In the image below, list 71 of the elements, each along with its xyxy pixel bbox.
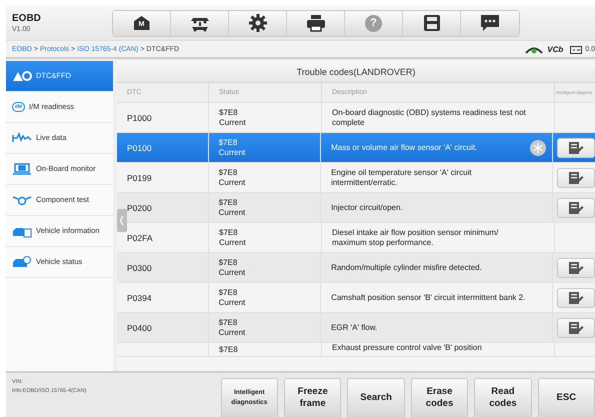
graph-line-icon: [12, 132, 32, 144]
table-row[interactable]: P0199 $7E8 Current Engine oil temperature sensor 'A' circuit intermittent/erratic.: [117, 163, 595, 193]
dtc-code: P0100: [127, 142, 152, 152]
status-id: $7E8: [219, 228, 238, 238]
status-text: Current: [218, 268, 246, 278]
status-id: $7E8: [218, 168, 238, 178]
table-row[interactable]: P1000 $7E8 Current On-board diagnostic (OBD) systems readiness test not complete: [117, 103, 595, 133]
dtc-code: P0300: [127, 262, 152, 272]
document-wrench-icon: [568, 170, 584, 184]
table-row[interactable]: P0400 $7E8 Current EGR 'A' flow.: [117, 313, 595, 343]
status-text: Current: [218, 208, 246, 218]
document-wrench-icon: [568, 290, 584, 304]
description-text: On-board diagnostic (OBD) systems readiness test not complete: [332, 108, 527, 128]
status-id: $7E8: [218, 198, 238, 208]
dtc-code: P0200: [127, 202, 152, 212]
dtc-code: P0400: [127, 322, 152, 332]
footer-button[interactable]: Freeze frame: [284, 378, 342, 417]
footer-button[interactable]: Read codes: [474, 378, 532, 417]
status-text: Current: [219, 238, 246, 248]
toolbar-button[interactable]: [461, 10, 519, 36]
description-text: EGR 'A' flow.: [331, 322, 378, 332]
dtc-code: P02FA: [127, 232, 153, 242]
app-title: EOBD: [12, 13, 42, 24]
diagnose-button[interactable]: [557, 138, 595, 158]
status-id: $7E8: [218, 318, 238, 328]
description-text: Mass or volume air flow sensor 'A' circuit.: [331, 142, 478, 152]
status-id: $7E8: [218, 288, 238, 298]
dtc-code: P0394: [127, 292, 152, 302]
description-text: Camshaft position sensor 'B' circuit intermittent bank 2.: [331, 292, 526, 302]
status-text: Current: [218, 298, 246, 308]
toolbar-button[interactable]: [171, 10, 229, 36]
description-text: Random/multiple cylinder misfire detected.: [331, 262, 482, 272]
monitor-icon: [12, 162, 32, 176]
description-text: Diesel intake air flow position sensor minimum/ maximum stop performance.: [332, 228, 500, 248]
status-text: Current: [219, 118, 246, 128]
document-wrench-icon: [568, 320, 584, 334]
description-text: Exhaust pressure control valve 'B' position: [332, 343, 482, 353]
status-text: Current: [218, 178, 246, 188]
dtc-code: P0199: [127, 172, 152, 182]
status-id: $7E8: [219, 344, 238, 354]
description-text: Injector circuit/open.: [331, 202, 403, 212]
status-id: $7E8: [218, 258, 238, 268]
battery-icon: [570, 44, 582, 54]
diagnose-button[interactable]: [557, 198, 595, 218]
table-row[interactable]: P0394 $7E8 Current Camshaft position sensor 'B' circuit intermittent bank 2.: [117, 283, 595, 313]
table-row[interactable]: $7E8 Exhaust pressure control valve 'B' position: [117, 343, 595, 357]
status-id: $7E8: [219, 108, 238, 118]
diagnose-button[interactable]: [557, 288, 595, 308]
description-text: Engine oil temperature sensor 'A' circuit intermittent/erratic.: [331, 168, 473, 188]
footer-button[interactable]: Erase codes: [410, 378, 468, 417]
document-wrench-icon: [568, 260, 584, 274]
table-title: Trouble codes(LANDROVER): [117, 61, 595, 83]
table-row[interactable]: P0100 $7E8 Current Mass or volume air flow sensor 'A' circuit.: [117, 133, 595, 163]
footer-button[interactable]: ESC: [538, 378, 595, 417]
toolbar-button[interactable]: [229, 10, 287, 36]
table-row[interactable]: P0300 $7E8 Current Random/multiple cylinder misfire detected.: [117, 253, 595, 283]
status-text: Current: [218, 148, 246, 158]
help-icon: ?: [365, 14, 382, 32]
dtc-code: P1000: [127, 112, 152, 122]
toolbar-button[interactable]: [287, 10, 345, 36]
footer-button[interactable]: Search: [347, 378, 405, 417]
diagnose-button[interactable]: [557, 318, 595, 338]
status-text: Current: [218, 328, 246, 338]
diagnose-button[interactable]: [557, 168, 595, 188]
vci-label: VCb: [547, 44, 564, 54]
diagnose-button[interactable]: [557, 258, 595, 278]
status-id: $7E8: [218, 138, 238, 148]
table-row[interactable]: P02FA $7E8 Current Diesel intake air flow position sensor minimum/ maximum stop performance.: [117, 223, 595, 253]
toolbar-button[interactable]: [403, 10, 461, 36]
document-wrench-icon: [568, 200, 584, 214]
document-wrench-icon: [568, 140, 584, 154]
